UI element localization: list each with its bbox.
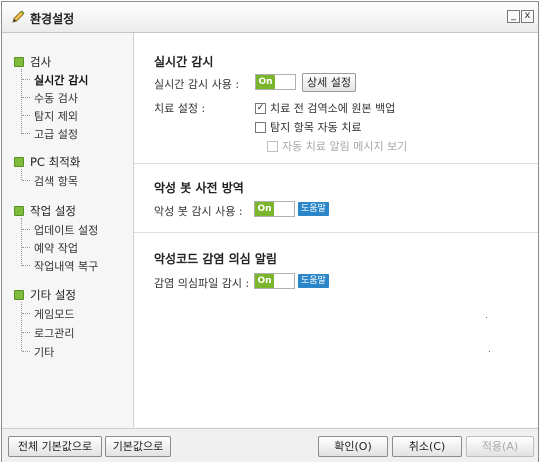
section-title-realtime: 실시간 감시 (154, 55, 214, 69)
green-square-icon (14, 290, 24, 300)
pencil-icon (12, 10, 25, 23)
backup-before-treat-checkbox[interactable]: ✓ 치료 전 검역소에 원본 백업 (255, 100, 395, 116)
toggle-on-label: On (255, 274, 274, 288)
stray-dot (486, 317, 487, 318)
checkbox-unchecked-icon (255, 121, 266, 133)
sidebar-item-search-items[interactable]: 검색 항목 (22, 173, 78, 189)
reset-button[interactable]: 기본값으로 (105, 436, 171, 457)
ok-button[interactable]: 확인(O) (318, 436, 388, 457)
settings-content: 실시간 감시 실시간 감시 사용 : On 상세 설정 치료 설정 : ✓ 치료… (134, 33, 538, 427)
realtime-toggle[interactable]: On (255, 74, 296, 90)
stray-dot (489, 351, 490, 352)
checkbox-disabled-icon (267, 140, 278, 152)
sidebar-item-exclusion[interactable]: 탐지 제외 (22, 108, 78, 124)
sidebar-item-restore[interactable]: 작업내역 복구 (22, 258, 98, 274)
sidebar-item-schedule[interactable]: 예약 작업 (22, 240, 78, 256)
minimize-button[interactable]: _ (507, 10, 520, 23)
sidebar-item-game-mode[interactable]: 게임모드 (22, 306, 74, 322)
section-divider (134, 232, 538, 233)
auto-treat-checkbox[interactable]: 탐지 항목 자동 치료 (255, 119, 361, 135)
toggle-on-label: On (255, 202, 274, 216)
malbot-help-button[interactable]: 도움말 (298, 202, 329, 216)
title-bar: 환경설정 _ x (2, 2, 538, 33)
sidebar-item-log[interactable]: 로그관리 (22, 325, 74, 341)
sidebar-item-advanced[interactable]: 고급 설정 (22, 126, 78, 142)
detail-settings-button[interactable]: 상세 설정 (302, 73, 356, 92)
sidebar-group-label: PC 최적화 (30, 155, 81, 169)
window-title: 환경설정 (30, 12, 75, 26)
section-title-malbot: 악성 봇 사전 방역 (154, 181, 244, 195)
sidebar-item-manual-scan[interactable]: 수동 검사 (22, 90, 78, 106)
suspect-use-label: 감염 의심파일 감시 : (154, 277, 250, 290)
auto-treat-notify-checkbox: 자동 치료 알림 메시지 보기 (267, 138, 407, 154)
sidebar-group-etc[interactable]: 기타 설정 (14, 287, 76, 303)
green-square-icon (14, 57, 24, 67)
sidebar-item-update[interactable]: 업데이트 설정 (22, 222, 98, 238)
cancel-button[interactable]: 취소(C) (392, 436, 462, 457)
checkbox-checked-icon: ✓ (255, 102, 266, 114)
footer-bar: 전체 기본값으로 기본값으로 확인(O) 취소(C) 적용(A) (2, 428, 538, 462)
checkbox-label: 탐지 항목 자동 치료 (270, 121, 362, 134)
section-divider (134, 163, 538, 164)
sidebar-group-label: 검사 (30, 55, 52, 69)
malbot-use-label: 악성 봇 감시 사용 : (154, 205, 243, 218)
sidebar-group-task[interactable]: 작업 설정 (14, 203, 76, 219)
sidebar: 검사 실시간 감시 수동 검사 탐지 제외 고급 설정 PC 최적화 검색 항목… (2, 33, 134, 427)
checkbox-label: 자동 치료 알림 메시지 보기 (282, 140, 408, 153)
close-button[interactable]: x (521, 10, 534, 23)
treat-settings-label: 치료 설정 : (154, 102, 206, 115)
suspect-toggle[interactable]: On (254, 273, 295, 289)
suspect-help-button[interactable]: 도움말 (298, 274, 329, 288)
sidebar-item-realtime[interactable]: 실시간 감시 (22, 72, 88, 88)
section-title-suspect: 악성코드 감염 의심 알림 (154, 252, 277, 266)
sidebar-group-scan[interactable]: 검사 (14, 54, 51, 70)
sidebar-group-label: 작업 설정 (30, 204, 76, 218)
apply-button[interactable]: 적용(A) (466, 436, 534, 457)
reset-all-button[interactable]: 전체 기본값으로 (8, 436, 102, 457)
sidebar-group-label: 기타 설정 (30, 288, 76, 302)
green-square-icon (14, 206, 24, 216)
toggle-on-label: On (256, 75, 275, 89)
green-square-icon (14, 157, 24, 167)
realtime-use-label: 실시간 감시 사용 : (154, 78, 240, 91)
malbot-toggle[interactable]: On (254, 201, 295, 217)
settings-window: 환경설정 _ x 검사 실시간 감시 수동 검사 탐지 제외 고급 설정 PC … (1, 1, 539, 462)
checkbox-label: 치료 전 검역소에 원본 백업 (270, 102, 396, 115)
sidebar-group-pc-optimize[interactable]: PC 최적화 (14, 154, 80, 170)
sidebar-item-other[interactable]: 기타 (22, 344, 54, 360)
